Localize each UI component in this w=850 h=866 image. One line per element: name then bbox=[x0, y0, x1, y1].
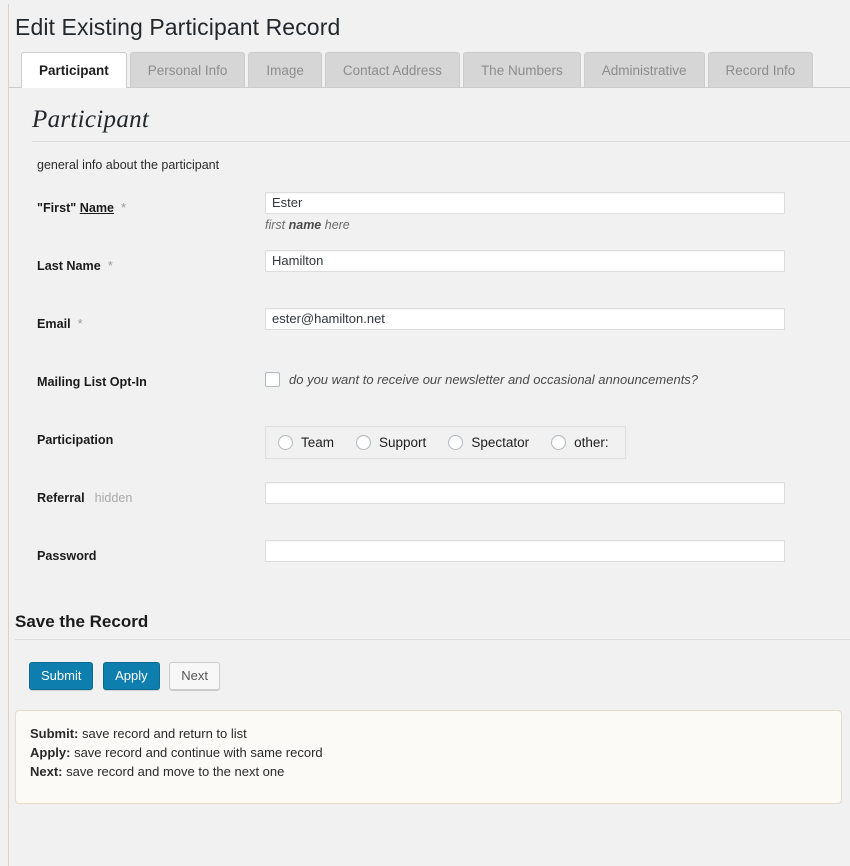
referral-label-text: Referral bbox=[37, 491, 85, 505]
first-name-label: "First" Name * bbox=[37, 201, 126, 215]
participation-option-support[interactable]: Support bbox=[356, 435, 426, 450]
mailing-list-checkbox[interactable] bbox=[265, 372, 280, 387]
help-text: save record and return to list bbox=[78, 726, 246, 741]
help-line-next: Next: save record and move to the next o… bbox=[30, 762, 841, 781]
mailing-list-label: Mailing List Opt-In bbox=[37, 375, 147, 389]
tab-label: The Numbers bbox=[481, 63, 563, 78]
referral-input[interactable] bbox=[265, 482, 785, 504]
radio-label: other: bbox=[574, 435, 609, 450]
tab-label: Contact Address bbox=[343, 63, 442, 78]
radio-label: Team bbox=[301, 435, 334, 450]
required-star: * bbox=[108, 258, 113, 273]
input-cell-mailing-list: do you want to receive our newsletter an… bbox=[265, 364, 850, 422]
tab-image[interactable]: Image bbox=[248, 52, 322, 87]
tab-label: Participant bbox=[39, 63, 109, 78]
label-cell-first-name: "First" Name * bbox=[15, 190, 265, 248]
tab-label: Image bbox=[266, 63, 304, 78]
last-name-label-text: Last Name bbox=[37, 259, 101, 273]
form-row-participation: Participation Team Support bbox=[15, 422, 850, 480]
tab-the-numbers[interactable]: The Numbers bbox=[463, 52, 581, 87]
input-cell-password bbox=[265, 538, 850, 596]
tab-label: Personal Info bbox=[148, 63, 228, 78]
radio-icon[interactable] bbox=[551, 435, 566, 450]
email-label: Email * bbox=[37, 317, 83, 331]
participation-radio-group: Team Support Spectator bbox=[265, 426, 626, 459]
label-cell-referral: Referral hidden bbox=[15, 480, 265, 538]
form-row-password: Password bbox=[15, 538, 850, 596]
referral-hidden-tag: hidden bbox=[95, 491, 133, 505]
required-star: * bbox=[121, 200, 126, 215]
help-term: Submit: bbox=[30, 726, 78, 741]
tab-administrative[interactable]: Administrative bbox=[584, 52, 705, 87]
input-cell-last-name bbox=[265, 248, 850, 306]
help-term: Apply: bbox=[30, 745, 70, 760]
last-name-label: Last Name * bbox=[37, 259, 113, 273]
radio-icon[interactable] bbox=[356, 435, 371, 450]
tab-personal-info[interactable]: Personal Info bbox=[130, 52, 246, 87]
first-name-label-underlined: Name bbox=[80, 201, 114, 215]
help-line-submit: Submit: save record and return to list bbox=[30, 724, 841, 743]
participation-option-spectator[interactable]: Spectator bbox=[448, 435, 529, 450]
apply-button[interactable]: Apply bbox=[103, 662, 160, 690]
email-label-text: Email bbox=[37, 317, 71, 331]
tab-record-info[interactable]: Record Info bbox=[708, 52, 814, 87]
save-button-row: Submit Apply Next bbox=[9, 640, 850, 710]
form-row-first-name: "First" Name * first name here bbox=[15, 190, 850, 248]
tab-bar: Participant Personal Info Image Contact … bbox=[15, 52, 850, 88]
help-line-apply: Apply: save record and continue with sam… bbox=[30, 743, 841, 762]
input-cell-email bbox=[265, 306, 850, 364]
mailing-list-checkbox-label: do you want to receive our newsletter an… bbox=[289, 372, 698, 387]
radio-icon[interactable] bbox=[448, 435, 463, 450]
radio-label: Spectator bbox=[471, 435, 529, 450]
participant-section: Participant general info about the parti… bbox=[9, 88, 850, 596]
label-cell-email: Email * bbox=[15, 306, 265, 364]
helper-post: here bbox=[321, 218, 350, 232]
input-cell-first-name: first name here bbox=[265, 190, 850, 248]
password-input[interactable] bbox=[265, 540, 785, 562]
save-section-heading: Save the Record bbox=[9, 596, 850, 639]
label-cell-mailing-list: Mailing List Opt-In bbox=[15, 364, 265, 422]
tab-contact-address[interactable]: Contact Address bbox=[325, 52, 460, 87]
participation-option-team[interactable]: Team bbox=[278, 435, 334, 450]
tab-participant[interactable]: Participant bbox=[21, 52, 127, 87]
radio-icon[interactable] bbox=[278, 435, 293, 450]
helper-pre: first bbox=[265, 218, 289, 232]
first-name-input[interactable] bbox=[265, 192, 785, 214]
help-term: Next: bbox=[30, 764, 63, 779]
tab-label: Record Info bbox=[726, 63, 796, 78]
email-input[interactable] bbox=[265, 308, 785, 330]
first-name-helper-text: first name here bbox=[265, 218, 850, 232]
participation-option-other[interactable]: other: bbox=[551, 435, 609, 450]
participation-label: Participation bbox=[37, 433, 113, 447]
password-label: Password bbox=[37, 549, 97, 563]
tab-bar-underline bbox=[9, 87, 850, 88]
form-row-last-name: Last Name * bbox=[15, 248, 850, 306]
helper-bold: name bbox=[289, 218, 322, 232]
help-text: save record and move to the next one bbox=[63, 764, 285, 779]
label-cell-password: Password bbox=[15, 538, 265, 596]
mailing-list-checkbox-row: do you want to receive our newsletter an… bbox=[265, 366, 850, 387]
form-row-referral: Referral hidden bbox=[15, 480, 850, 538]
form-row-mailing-list: Mailing List Opt-In do you want to recei… bbox=[15, 364, 850, 422]
label-cell-participation: Participation bbox=[15, 422, 265, 480]
radio-label: Support bbox=[379, 435, 426, 450]
edit-record-page: Edit Existing Participant Record Partici… bbox=[8, 4, 850, 866]
label-cell-last-name: Last Name * bbox=[15, 248, 265, 306]
referral-label: Referral hidden bbox=[37, 491, 132, 505]
tab-label: Administrative bbox=[602, 63, 687, 78]
input-cell-referral bbox=[265, 480, 850, 538]
help-text: save record and continue with same recor… bbox=[70, 745, 322, 760]
submit-button[interactable]: Submit bbox=[29, 662, 93, 690]
section-heading: Participant bbox=[15, 88, 850, 141]
section-description: general info about the participant bbox=[15, 142, 850, 172]
participant-form: "First" Name * first name here Last Name * bbox=[15, 190, 850, 596]
form-row-email: Email * bbox=[15, 306, 850, 364]
save-help-box: Submit: save record and return to list A… bbox=[15, 710, 842, 804]
page-title: Edit Existing Participant Record bbox=[9, 4, 850, 43]
first-name-label-prefix: "First" bbox=[37, 201, 80, 215]
input-cell-participation: Team Support Spectator bbox=[265, 422, 850, 480]
required-star: * bbox=[78, 316, 83, 331]
last-name-input[interactable] bbox=[265, 250, 785, 272]
next-button[interactable]: Next bbox=[169, 662, 220, 690]
